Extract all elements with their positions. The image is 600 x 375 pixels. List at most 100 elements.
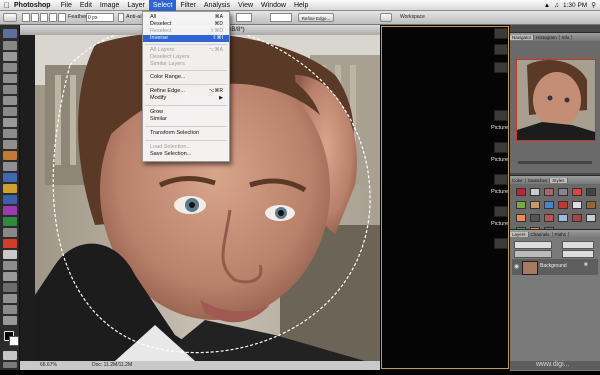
- dodge-tool-icon[interactable]: [3, 228, 17, 237]
- type-tool-icon[interactable]: [3, 261, 17, 270]
- menu-item-reselect[interactable]: Reselect ⇧⌘D: [143, 28, 229, 35]
- new-selection-icon[interactable]: [22, 13, 30, 22]
- zoom-level[interactable]: 66.67%: [40, 361, 57, 370]
- quick-selection-tool-icon[interactable]: [3, 74, 17, 83]
- path-selection-tool-icon[interactable]: [3, 272, 17, 281]
- feather-input[interactable]: 0 px: [86, 13, 114, 22]
- style-swatch[interactable]: [572, 188, 582, 196]
- zoom-tool-icon[interactable]: [3, 316, 17, 325]
- apple-menu-icon[interactable]: : [0, 1, 14, 10]
- tab-color[interactable]: Color: [510, 177, 526, 183]
- style-swatch[interactable]: [516, 214, 526, 222]
- antialias-checkbox[interactable]: [118, 13, 124, 22]
- style-swatch[interactable]: [572, 201, 582, 209]
- 3d-tool-icon[interactable]: [3, 294, 17, 303]
- menu-analysis[interactable]: Analysis: [200, 0, 234, 11]
- menu-item-similar[interactable]: Similar: [143, 116, 229, 123]
- subtract-selection-icon[interactable]: [40, 13, 48, 22]
- background-color-swatch[interactable]: [9, 336, 19, 346]
- lasso-tool-icon[interactable]: [3, 63, 17, 72]
- menu-layer[interactable]: Layer: [123, 0, 149, 11]
- menubar-clock[interactable]: 1:30 PM: [563, 2, 587, 9]
- blend-mode-select[interactable]: [514, 241, 552, 249]
- menu-item-modify[interactable]: Modify ▶: [143, 95, 229, 102]
- bridge-icon[interactable]: [3, 151, 17, 160]
- picture-dock-icon-2[interactable]: [494, 142, 508, 153]
- navigator-dock-icon[interactable]: [494, 28, 508, 39]
- style-swatch[interactable]: [530, 188, 540, 196]
- refine-edge-button[interactable]: Refine Edge...: [298, 13, 334, 22]
- screen-mode-icon[interactable]: [3, 362, 17, 368]
- tab-styles[interactable]: Styles: [550, 177, 568, 183]
- menu-item-grow[interactable]: Grow: [143, 109, 229, 116]
- style-swatch[interactable]: [544, 214, 554, 222]
- tab-histogram[interactable]: Histogram: [534, 34, 560, 40]
- histogram-dock-icon[interactable]: [494, 44, 508, 55]
- quick-mask-icon[interactable]: [3, 351, 17, 360]
- style-swatch[interactable]: [530, 201, 540, 209]
- menu-item-color-range[interactable]: Color Range...: [143, 74, 229, 81]
- marquee-tool-preset-icon[interactable]: [3, 13, 17, 22]
- tab-paths[interactable]: Paths: [553, 231, 570, 237]
- brush-tool-icon[interactable]: [3, 118, 17, 127]
- style-swatch[interactable]: [530, 214, 540, 222]
- layer-row-background[interactable]: ◉ Background ■: [512, 259, 598, 275]
- healing-brush-tool-icon[interactable]: [3, 107, 17, 116]
- style-swatch[interactable]: [586, 188, 596, 196]
- opacity-input[interactable]: [562, 241, 594, 249]
- lock-options[interactable]: [514, 250, 552, 258]
- navigator-thumbnail[interactable]: [516, 59, 596, 141]
- illustrator-icon[interactable]: [3, 195, 17, 204]
- style-swatch[interactable]: [586, 201, 596, 209]
- width-input[interactable]: [236, 13, 252, 22]
- layer-name[interactable]: Background: [540, 263, 567, 269]
- style-swatch[interactable]: [544, 201, 554, 209]
- navigator-zoom-slider[interactable]: [518, 161, 592, 164]
- menu-item-refine-edge[interactable]: Refine Edge... ⌥⌘R: [143, 88, 229, 95]
- style-swatch[interactable]: [544, 188, 554, 196]
- menu-image[interactable]: Image: [96, 0, 123, 11]
- marquee-tool-icon[interactable]: [3, 52, 17, 61]
- menu-item-load-selection[interactable]: Load Selection...: [143, 144, 229, 151]
- menu-filter[interactable]: Filter: [176, 0, 200, 11]
- menu-item-deselect[interactable]: Deselect ⌘D: [143, 21, 229, 28]
- shape-tool-icon[interactable]: [3, 283, 17, 292]
- tab-navigator[interactable]: Navigator: [510, 34, 535, 40]
- menu-item-deselect-layers[interactable]: Deselect Layers: [143, 54, 229, 61]
- tab-channels[interactable]: Channels: [529, 231, 553, 237]
- hand-tool-icon[interactable]: [3, 305, 17, 314]
- fill-input[interactable]: [562, 250, 594, 258]
- add-selection-icon[interactable]: [31, 13, 39, 22]
- menu-item-inverse[interactable]: Inverse ⇧⌘I: [143, 35, 229, 42]
- acrobat-icon[interactable]: [3, 239, 17, 248]
- tool-palette-icon[interactable]: [380, 13, 392, 22]
- style-swatch[interactable]: [558, 188, 568, 196]
- picture-dock-icon-1[interactable]: [494, 110, 508, 121]
- clone-stamp-tool-icon[interactable]: [3, 129, 17, 138]
- eyedropper-tool-icon[interactable]: [3, 96, 17, 105]
- style-swatch[interactable]: [586, 214, 596, 222]
- tab-swatches[interactable]: Swatches: [526, 177, 551, 183]
- volume-icon[interactable]: ♫: [554, 2, 559, 9]
- menu-item-save-selection[interactable]: Save Selection...: [143, 151, 229, 158]
- menu-help[interactable]: Help: [290, 0, 312, 11]
- style-swatch[interactable]: [558, 214, 568, 222]
- menu-edit[interactable]: Edit: [76, 0, 96, 11]
- spotlight-icon[interactable]: ⚲: [591, 1, 596, 9]
- history-brush-tool-icon[interactable]: [3, 140, 17, 149]
- menu-item-transform-selection[interactable]: Transform Selection: [143, 130, 229, 137]
- dreamweaver-icon[interactable]: [3, 217, 17, 226]
- height-input[interactable]: [270, 13, 292, 22]
- intersect-selection-icon[interactable]: [49, 13, 57, 22]
- move-tool-icon[interactable]: [3, 41, 17, 50]
- menu-view[interactable]: View: [234, 0, 257, 11]
- indesign-icon[interactable]: [3, 206, 17, 215]
- menu-select[interactable]: Select: [148, 0, 177, 11]
- style-swatch[interactable]: [572, 214, 582, 222]
- style-swatch[interactable]: [516, 188, 526, 196]
- menu-app-name[interactable]: Photoshop: [14, 2, 51, 9]
- menu-item-similar-layers[interactable]: Similar Layers: [143, 61, 229, 68]
- crop-tool-icon[interactable]: [3, 85, 17, 94]
- menu-item-all[interactable]: All ⌘A: [143, 14, 229, 21]
- doc-size-info[interactable]: Doc: 11.2M/11.2M: [92, 361, 132, 370]
